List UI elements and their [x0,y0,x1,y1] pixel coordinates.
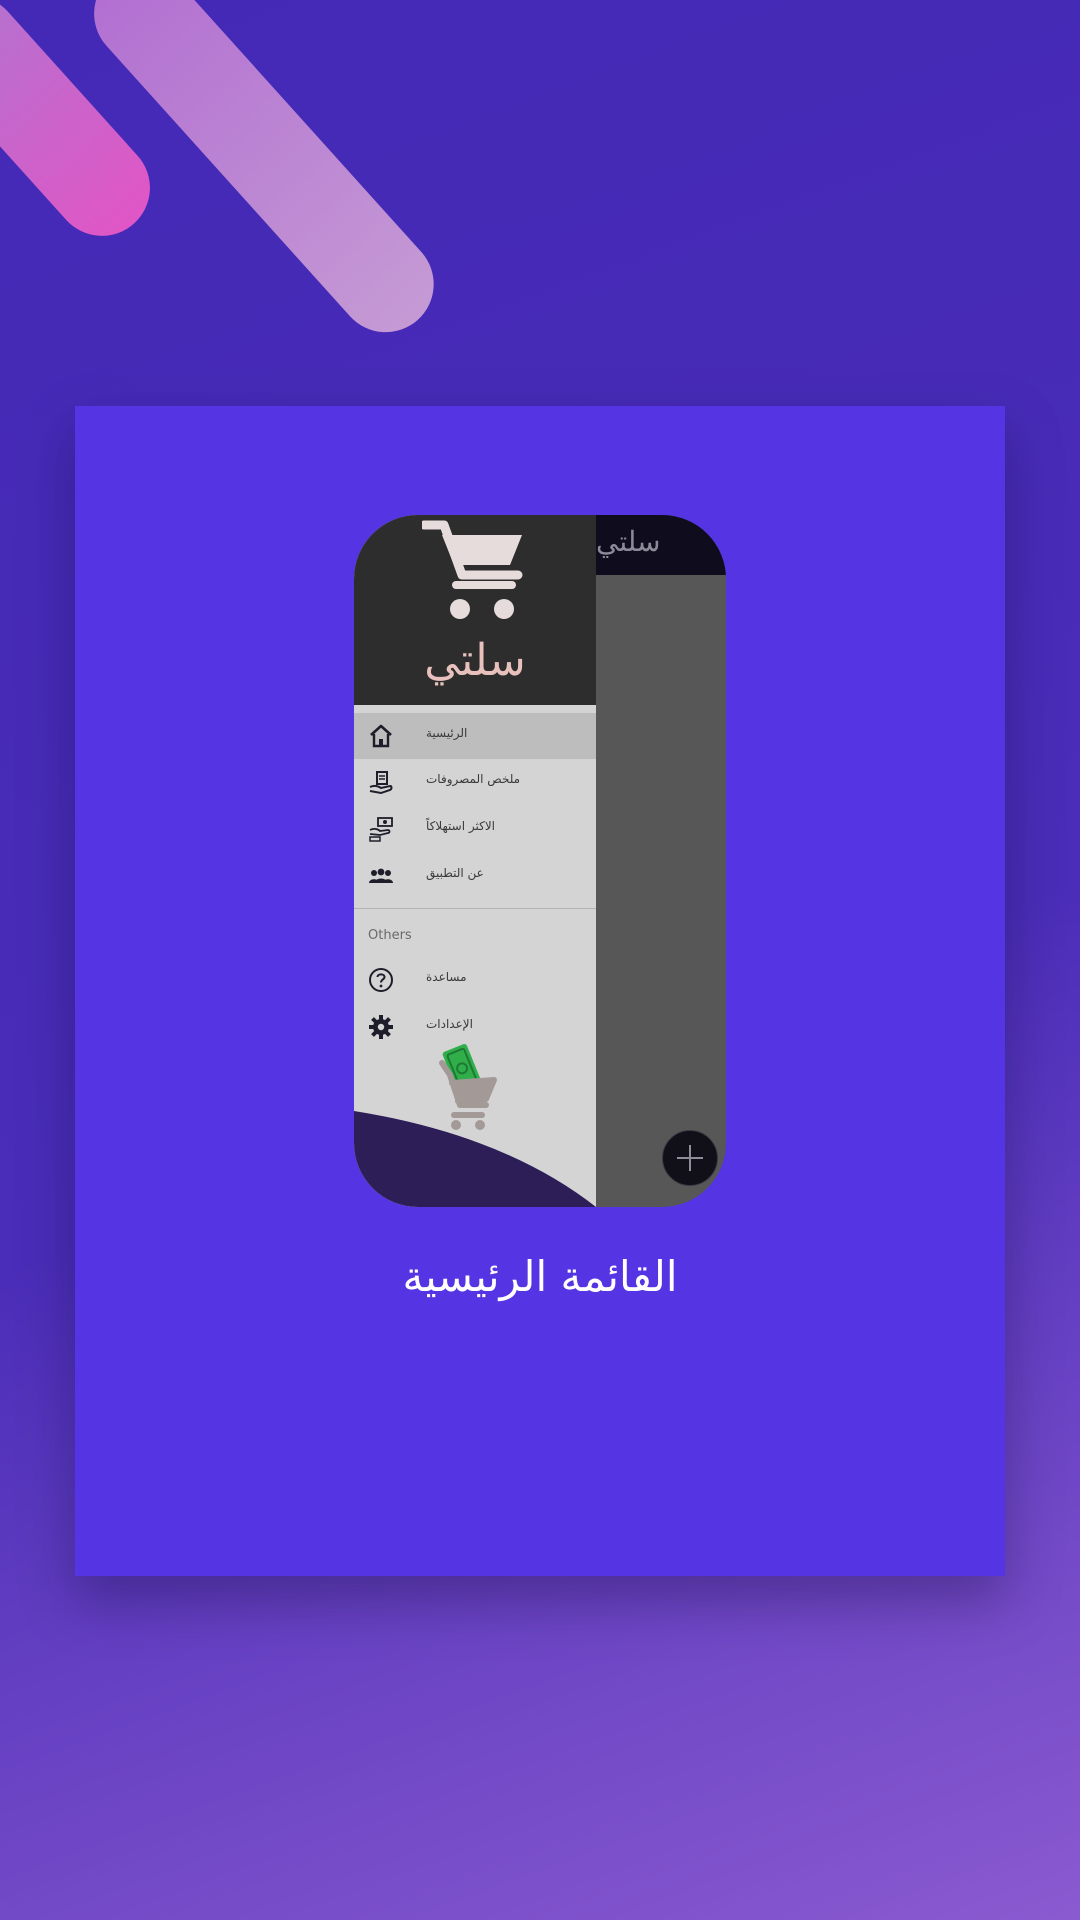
add-fab-button[interactable] [662,1130,718,1186]
drawer-footer-illustration [354,1043,596,1207]
app-bar-title: سلتي [596,525,661,558]
screenshot-caption: القائمة الرئيسية [402,1252,678,1301]
navigation-drawer: سلتي الرئيسية ملخص المصروفات الاكثر استه… [354,515,596,1207]
plus-icon [677,1145,703,1171]
phone-mockup: سلتي سلتي الرئيسية ملخص المصروفات الاكثر… [354,515,726,1207]
